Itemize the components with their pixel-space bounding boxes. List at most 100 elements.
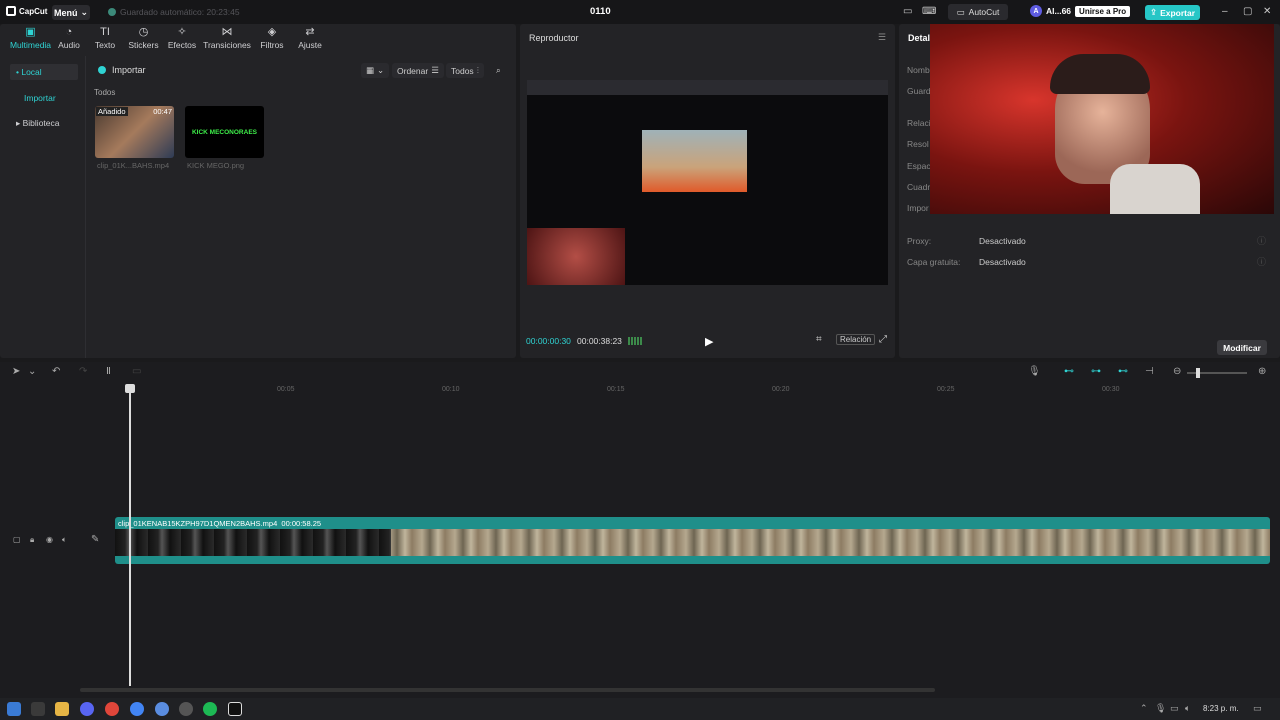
file-explorer-icon[interactable]: [55, 702, 69, 716]
tab-effects[interactable]: ✧ Efectos: [162, 24, 202, 51]
media-thumb-video[interactable]: Añadido 00:47: [95, 106, 174, 158]
ratio-button[interactable]: Relación: [836, 334, 876, 345]
chevron-up-icon[interactable]: ⌃: [1140, 703, 1148, 714]
track-cover-icon[interactable]: ▢: [13, 535, 21, 544]
browser-icon[interactable]: [155, 702, 169, 716]
tab-filters[interactable]: ◈ Filtros: [252, 24, 292, 51]
clip-name: clip_01KENAB15KZPH97D1QMEN2BAHS.mp4: [118, 519, 278, 528]
microphone-icon[interactable]: 🎙: [1028, 366, 1041, 377]
spotify-icon[interactable]: [203, 702, 217, 716]
video-clip[interactable]: clip_01KENAB15KZPH97D1QMEN2BAHS.mp4 00:0…: [115, 517, 1270, 564]
modify-button[interactable]: Modificar: [1217, 340, 1267, 355]
tick-label: 00:15: [607, 386, 625, 393]
tab-label: Ajuste: [298, 40, 322, 50]
discord-icon[interactable]: [80, 702, 94, 716]
taskbar-clock[interactable]: 8:23 p. m.: [1203, 704, 1239, 713]
link-icon[interactable]: ⊶: [1091, 366, 1101, 377]
menu-button[interactable]: Menú ⌄: [52, 5, 90, 20]
clip-label: clip_01KENAB15KZPH97D1QMEN2BAHS.mp4 00:0…: [118, 519, 321, 528]
play-icon[interactable]: ▶: [705, 335, 713, 348]
undo-icon[interactable]: ↶: [52, 366, 60, 377]
task-view-icon[interactable]: [31, 702, 45, 716]
close-icon[interactable]: ✕: [1263, 6, 1271, 17]
speaker-icon[interactable]: 🔈︎: [62, 535, 67, 545]
zoom-in-icon[interactable]: ⊕: [1258, 366, 1266, 377]
microphone-icon[interactable]: 🎙: [1155, 703, 1166, 714]
browser-icon[interactable]: [130, 702, 144, 716]
time-ruler[interactable]: 00:05 00:10 00:15 00:20 00:25 00:30: [115, 386, 1275, 396]
minimize-icon[interactable]: –: [1222, 6, 1228, 17]
tab-multimedia[interactable]: ▣ Multimedia: [8, 24, 53, 51]
sort-button[interactable]: Ordenar ☰: [392, 63, 444, 78]
added-badge: Añadido: [96, 107, 128, 116]
join-pro-button[interactable]: Unirse a Pro: [1075, 5, 1131, 17]
cloud-icon: [108, 8, 116, 16]
export-label: Exportar: [1160, 7, 1196, 18]
tab-audio[interactable]: ◔ Audio: [53, 24, 85, 51]
preview-axis-icon[interactable]: ⊷: [1118, 366, 1128, 377]
redo-icon[interactable]: ↷: [79, 366, 87, 377]
tab-label: Transiciones: [203, 40, 251, 50]
tab-text[interactable]: TI Texto: [85, 24, 125, 51]
sort-icon: ☰: [431, 65, 439, 75]
network-icon[interactable]: ▭: [1170, 703, 1179, 714]
preview-browser-bar: [527, 80, 888, 95]
detail-label: Nomb: [907, 65, 930, 75]
select-tool-icon[interactable]: ➤: [12, 366, 20, 377]
tab-stickers[interactable]: ◷ Stickers: [125, 24, 162, 51]
thumb-image-text: KICK MECONORAES: [191, 128, 257, 136]
webcam-shirt: [1110, 164, 1200, 214]
info-icon[interactable]: ⓘ: [1257, 255, 1266, 268]
split-icon[interactable]: Ⅱ: [106, 366, 111, 377]
snapshot-icon[interactable]: ⌗: [816, 334, 822, 345]
sidebar-item-local[interactable]: • Local: [10, 64, 78, 80]
playhead[interactable]: [129, 384, 131, 686]
obs-icon[interactable]: [179, 702, 193, 716]
current-time: 00:00:00:30: [526, 336, 571, 346]
notification-icon[interactable]: ▭: [1253, 703, 1262, 714]
filter-button[interactable]: Todos ⫶: [446, 63, 484, 78]
media-thumb-image[interactable]: KICK MECONORAES: [185, 106, 264, 158]
chrome-icon[interactable]: [105, 702, 119, 716]
tab-adjust[interactable]: ⇄ Ajuste: [292, 24, 328, 51]
autocut-button[interactable]: ▭ AutoCut: [948, 4, 1008, 20]
fit-icon[interactable]: ⊣: [1145, 366, 1154, 377]
user-name: Al...66: [1046, 6, 1072, 16]
media-tabs: ▣ Multimedia ◔ Audio TI Texto ◷ Stickers ✧ Ef…: [8, 24, 328, 52]
menu-icon[interactable]: ☰: [878, 32, 886, 43]
export-button[interactable]: ⇪ Exportar: [1145, 5, 1200, 20]
windows-start-icon[interactable]: [7, 702, 21, 716]
volume-icon[interactable]: 🔈︎: [1185, 703, 1190, 714]
audio-icon: ◔: [65, 26, 73, 38]
delete-icon[interactable]: ▭: [132, 366, 141, 377]
layout-icon[interactable]: ▭: [903, 6, 912, 17]
filters-icon: ◈: [267, 26, 277, 38]
sticker-icon: ◷: [138, 26, 149, 38]
magnet-icon[interactable]: ⊷: [1064, 366, 1074, 377]
sidebar-item-import[interactable]: Importar: [10, 90, 78, 106]
capcut-taskbar-icon[interactable]: [228, 702, 242, 716]
chevron-down-icon: ⌄: [80, 7, 89, 17]
media-panel: ▣ Multimedia ◔ Audio TI Texto ◷ Stickers ✧ Ef…: [0, 24, 516, 358]
zoom-out-icon[interactable]: ⊖: [1173, 366, 1181, 377]
playhead-handle[interactable]: [125, 384, 135, 393]
tab-transitions[interactable]: ⋈ Transiciones: [202, 24, 252, 51]
effects-icon: ✧: [177, 26, 187, 38]
timeline-scrollbar[interactable]: [80, 688, 935, 692]
user-account[interactable]: A Al...66 Unirse a Pro: [1030, 5, 1131, 17]
eye-icon[interactable]: ◉: [46, 535, 53, 544]
autosave-text: Guardado automático: 20:23:45: [120, 7, 240, 17]
info-icon[interactable]: ⓘ: [1257, 234, 1266, 247]
sidebar-item-library[interactable]: ▸ Biblioteca: [10, 115, 78, 131]
import-button[interactable]: Importar: [98, 65, 146, 75]
video-preview[interactable]: [527, 80, 888, 285]
zoom-slider-handle[interactable]: [1196, 368, 1200, 378]
fullscreen-icon[interactable]: ⤢: [879, 334, 887, 345]
lock-icon[interactable]: 🔒︎: [30, 535, 34, 545]
chevron-down-icon[interactable]: ⌄: [28, 366, 36, 377]
keyboard-icon[interactable]: ⌨: [922, 6, 936, 17]
search-icon[interactable]: ⌕: [491, 63, 506, 78]
maximize-icon[interactable]: ▢: [1243, 6, 1252, 17]
edit-icon[interactable]: ✎: [91, 534, 99, 545]
view-toggle[interactable]: ▦ ⌄: [361, 63, 390, 78]
